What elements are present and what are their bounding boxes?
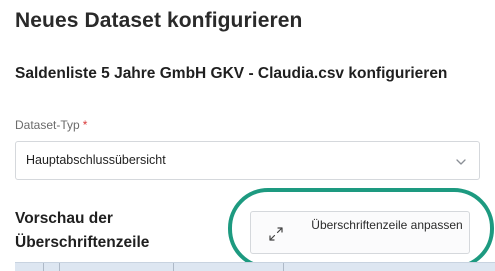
preview-heading: Vorschau der Überschriftenzeile: [15, 210, 150, 251]
expand-arrows-icon: [269, 227, 283, 241]
page-title: Neues Dataset konfigurieren: [15, 9, 303, 32]
adjust-header-row-button-label: Überschriftenzeile anpassen: [311, 218, 463, 232]
dataset-type-select[interactable]: Hauptabschlussübersicht: [15, 141, 480, 180]
required-marker: *: [82, 118, 88, 132]
table-column-divider: [59, 263, 60, 271]
dataset-type-label-text: Dataset-Typ: [15, 118, 80, 132]
table-column-divider: [43, 263, 44, 271]
preview-table-header: [15, 262, 495, 271]
adjust-header-row-button[interactable]: Überschriftenzeile anpassen: [250, 211, 470, 254]
chevron-down-icon: [456, 159, 466, 165]
table-column-divider: [283, 263, 284, 271]
dataset-type-selected-value: Hauptabschlussübersicht: [26, 153, 166, 167]
table-column-divider: [173, 263, 174, 271]
dataset-type-label: Dataset-Typ *: [15, 118, 87, 132]
section-title: Saldenliste 5 Jahre GmbH GKV - Claudia.c…: [15, 65, 448, 82]
